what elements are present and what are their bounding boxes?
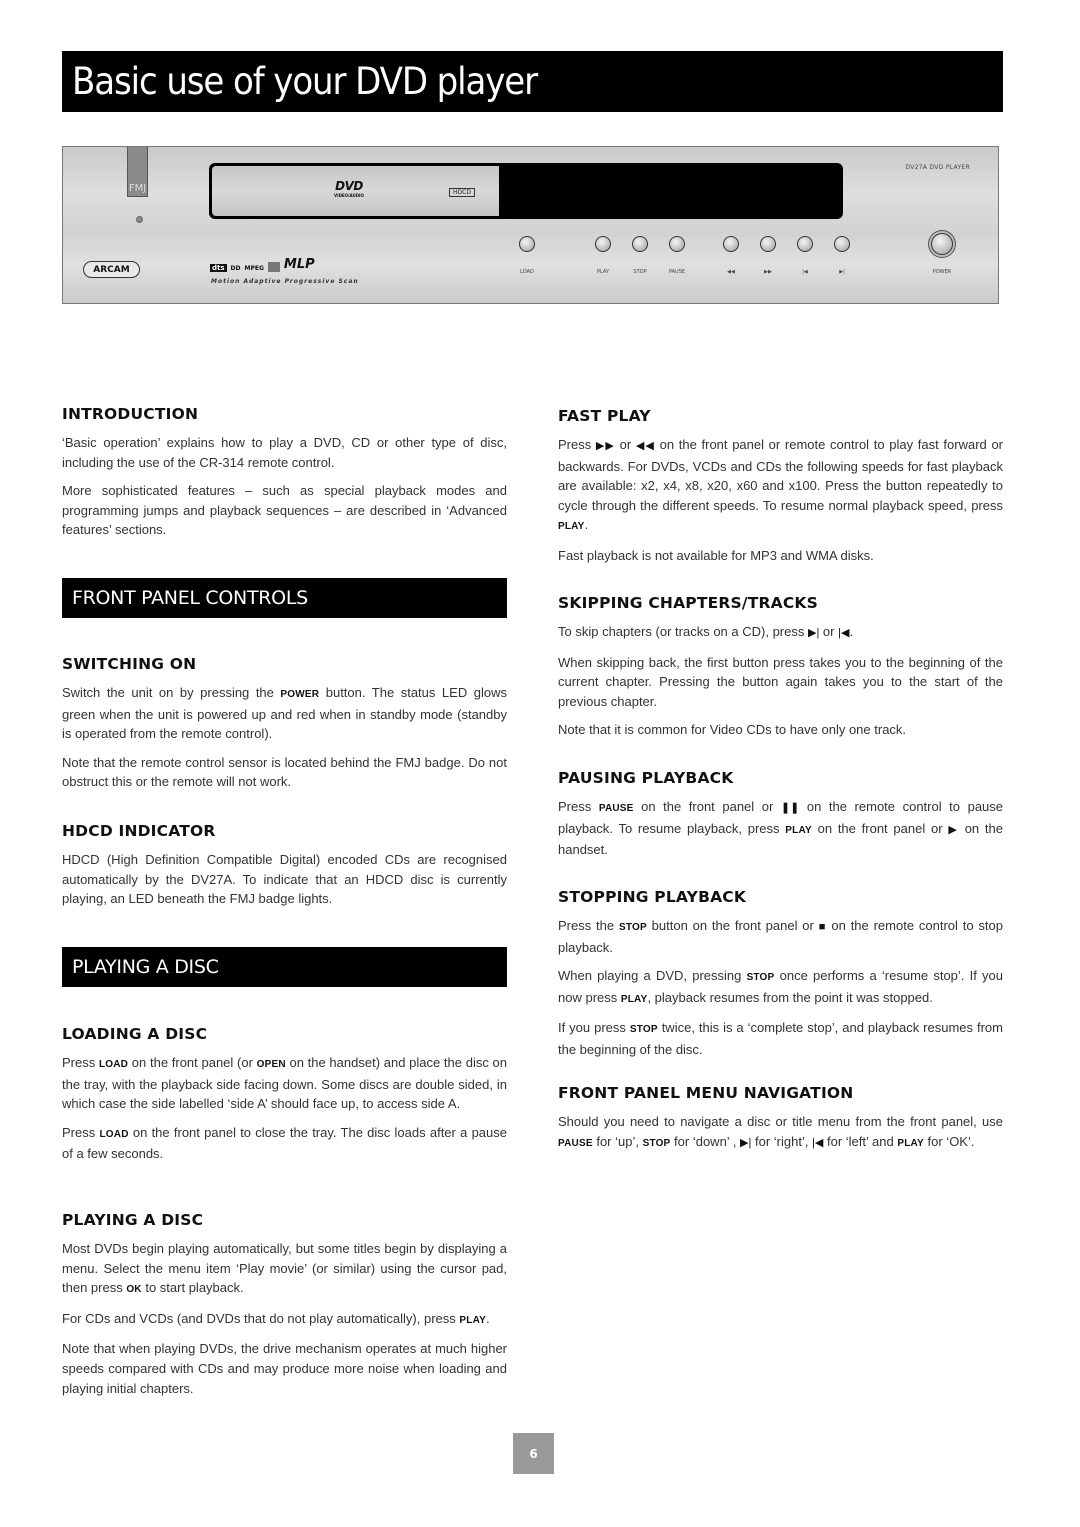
disc-tray: DVD VIDEO/AUDIO HDCD	[209, 163, 499, 219]
format-logos: dts DD MPEG MLP	[210, 257, 315, 272]
rewind-icon: ◀◀	[635, 440, 655, 452]
paragraph: Most DVDs begin playing automatically, b…	[62, 1241, 507, 1296]
power-label: POWER	[932, 269, 952, 275]
paragraph: Fast playback is not available for MP3 a…	[558, 547, 874, 563]
paragraph: When skipping back, the first button pre…	[558, 654, 1003, 709]
page-title: Basic use of your DVD player	[72, 60, 538, 103]
section-heading: FAST PLAY	[558, 407, 651, 425]
page-number: 6	[513, 1433, 554, 1474]
playing-a-disc-banner: PLAYING A DISC	[62, 947, 507, 987]
dolby-digital-logo-icon: DD	[230, 265, 241, 272]
key-power: POWER	[280, 689, 320, 700]
dts-logo-icon: dts	[210, 264, 227, 272]
stop-icon: ■	[818, 921, 827, 933]
section-heading: PLAYING A DISC	[62, 1211, 204, 1229]
paragraph: ‘Basic operation’ explains how to play a…	[62, 435, 507, 470]
play-label: PLAY	[596, 269, 610, 275]
pausing-section: PAUSING PLAYBACK Press PAUSE on the fron…	[558, 769, 1003, 869]
paragraph: Press LOAD on the front panel to close t…	[62, 1124, 507, 1162]
hdcd-logo: HDCD	[449, 188, 475, 197]
paragraph: For CDs and VCDs (and DVDs that do not p…	[62, 1310, 490, 1326]
load-label: LOAD	[520, 269, 534, 275]
section-heading: LOADING A DISC	[62, 1025, 208, 1043]
arcam-logo: ARCAM	[83, 261, 140, 278]
stop-label: STOP	[633, 269, 647, 275]
skip-back-icon: |◀	[802, 269, 808, 275]
front-display	[499, 163, 843, 219]
fast-play-section: FAST PLAY Press ▶▶ or ◀◀ on the front pa…	[558, 407, 1003, 575]
paragraph: If you press STOP twice, this is a ‘comp…	[558, 1020, 1003, 1057]
paragraph: More sophisticated features – such as sp…	[62, 483, 507, 538]
section-heading: SKIPPING CHAPTERS/TRACKS	[558, 594, 818, 612]
skip-forward-icon: ▶|	[839, 269, 845, 275]
paragraph: Note that when playing DVDs, the drive m…	[62, 1341, 507, 1396]
rewind-icon: ◀◀	[727, 269, 735, 275]
paragraph: Switch the unit on by pressing the POWER…	[62, 685, 507, 742]
paragraph: Press the STOP button on the front panel…	[558, 918, 1003, 955]
front-panel-illustration: FMJ DVD VIDEO/AUDIO HDCD DV27A DVD PLAYE…	[62, 146, 999, 304]
dvd-logo-icon: DVD VIDEO/AUDIO	[334, 179, 364, 198]
pause-label: PAUSE	[668, 269, 686, 275]
stopping-section: STOPPING PLAYBACK Press the STOP button …	[558, 888, 1003, 1069]
section-heading: PAUSING PLAYBACK	[558, 769, 734, 787]
page-title-bar: Basic use of your DVD player	[62, 51, 1003, 112]
fast-forward-button[interactable]	[760, 236, 776, 252]
pause-icon: ❚❚	[780, 802, 800, 814]
switching-on-section: SWITCHING ON Switch the unit on by press…	[62, 655, 507, 801]
paragraph: Note that it is common for Video CDs to …	[558, 722, 907, 738]
section-heading: SWITCHING ON	[62, 655, 197, 673]
front-panel-controls-banner: FRONT PANEL CONTROLS	[62, 578, 507, 618]
paragraph: Should you need to navigate a disc or ti…	[558, 1114, 1003, 1149]
skip-back-button[interactable]	[797, 236, 813, 252]
fast-forward-icon: ▶▶	[595, 440, 615, 452]
menu-navigation-section: FRONT PANEL MENU NAVIGATION Should you n…	[558, 1084, 1003, 1162]
section-heading: INTRODUCTION	[62, 405, 199, 423]
fast-forward-icon: ▶▶	[764, 269, 772, 275]
power-button[interactable]	[931, 233, 953, 255]
stop-button[interactable]	[632, 236, 648, 252]
compact-disc-logo-icon	[267, 262, 280, 272]
skip-forward-icon: ▶|	[807, 627, 820, 639]
introduction-section: INTRODUCTION ‘Basic operation’ explains …	[62, 405, 507, 549]
playing-a-disc-section: PLAYING A DISC Most DVDs begin playing a…	[62, 1211, 507, 1407]
paragraph: Press PAUSE on the front panel or ❚❚ on …	[558, 799, 1004, 858]
model-label: DV27A DVD PLAYER	[905, 164, 970, 171]
pause-button[interactable]	[669, 236, 685, 252]
mpeg-logo-icon: MPEG	[244, 265, 264, 272]
play-icon: ▶	[948, 823, 959, 836]
loading-a-disc-section: LOADING A DISC Press LOAD on the front p…	[62, 1025, 507, 1173]
status-led-icon	[136, 216, 143, 223]
mlp-logo-icon: MLP	[283, 257, 315, 272]
load-button[interactable]	[519, 236, 535, 252]
paragraph: Press ▶▶ or ◀◀ on the front panel or rem…	[558, 437, 1004, 533]
section-heading: HDCD INDICATOR	[62, 822, 216, 840]
paragraph: When playing a DVD, pressing STOP once p…	[558, 968, 1003, 1005]
paragraph: Press LOAD on the front panel (or OPEN o…	[62, 1055, 508, 1112]
paragraph: Note that the remote control sensor is l…	[62, 754, 507, 790]
paragraph: HDCD (High Definition Compatible Digital…	[62, 852, 507, 907]
skip-forward-button[interactable]	[834, 236, 850, 252]
tagline: Motion Adaptive Progressive Scan	[211, 278, 359, 285]
skipping-section: SKIPPING CHAPTERS/TRACKS To skip chapter…	[558, 594, 1003, 749]
section-heading: STOPPING PLAYBACK	[558, 888, 747, 906]
play-button[interactable]	[595, 236, 611, 252]
skip-back-icon: |◀	[812, 1136, 824, 1149]
skip-forward-icon: ▶|	[740, 1136, 752, 1149]
rewind-button[interactable]	[723, 236, 739, 252]
hdcd-indicator-section: HDCD INDICATOR HDCD (High Definition Com…	[62, 822, 507, 918]
section-heading: FRONT PANEL MENU NAVIGATION	[558, 1084, 854, 1102]
skip-back-icon: |◀	[838, 627, 850, 639]
paragraph: To skip chapters (or tracks on a CD), pr…	[558, 624, 854, 639]
fmj-badge: FMJ	[127, 147, 148, 197]
